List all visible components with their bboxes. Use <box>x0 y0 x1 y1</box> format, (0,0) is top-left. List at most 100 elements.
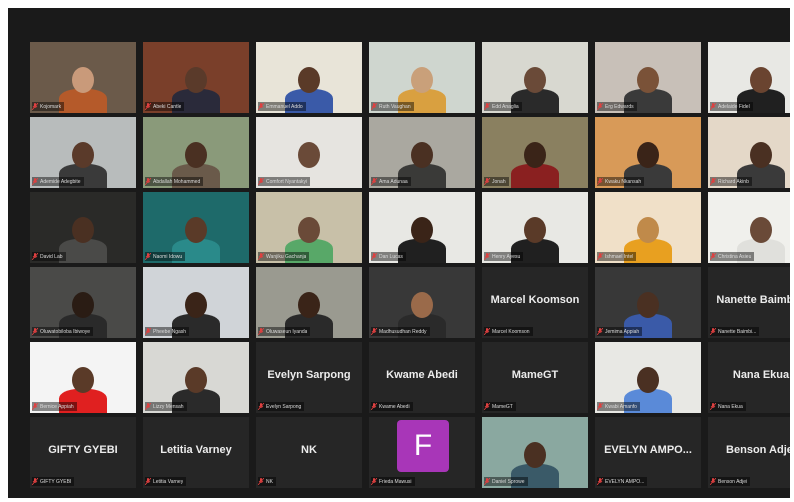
muted-mic-icon <box>32 178 38 185</box>
participant-display-name: Benson Adjei <box>726 444 790 456</box>
participant-nameplate: NK <box>258 477 276 486</box>
participant-nameplate: Letitia Varney <box>145 477 187 486</box>
participant-name-label: David Lab <box>40 253 63 260</box>
participant-nameplate: Henry Ayesu <box>484 252 524 261</box>
participant-tile[interactable]: GIFTY GYEBI GIFTY GYEBI <box>30 417 136 488</box>
participant-nameplate: Oluwatobiloba Ibiwoye <box>32 327 94 336</box>
participant-tile[interactable]: MameGT MameGT <box>482 342 588 413</box>
participant-nameplate: Pheebe Ngash <box>145 327 190 336</box>
participant-tile[interactable]: Ama Adunaa <box>369 117 475 188</box>
participant-nameplate: Ruth Vaughan <box>371 102 414 111</box>
participant-tile[interactable]: Kojomark <box>30 42 136 113</box>
participant-nameplate: Abeki Cantle <box>145 102 185 111</box>
participant-tile[interactable]: Henry Ayesu <box>482 192 588 263</box>
participant-nameplate: Wanjiku Gachanja <box>258 252 310 261</box>
participant-tile[interactable]: Wanjiku Gachanja <box>256 192 362 263</box>
muted-mic-icon <box>710 478 716 485</box>
muted-mic-icon <box>710 103 716 110</box>
muted-mic-icon <box>258 178 264 185</box>
participant-name-label: Jonah <box>492 178 506 185</box>
participant-grid: Kojomark Abeki Cantle Emmanuel Addo Ruth Va… <box>30 42 790 488</box>
participant-name-label: Pheebe Ngash <box>153 328 187 335</box>
muted-mic-icon <box>710 328 716 335</box>
participant-tile[interactable]: Benson Adjei Benson Adjei <box>708 417 790 488</box>
participant-tile[interactable]: Abeki Cantle <box>143 42 249 113</box>
participant-name-label: Dan Lucas <box>379 253 403 260</box>
participant-tile[interactable]: Ruth Vaughan <box>369 42 475 113</box>
participant-tile[interactable]: Marcel Koomson Marcel Koomson <box>482 267 588 338</box>
participant-tile[interactable]: Abdallah Mohammed <box>143 117 249 188</box>
muted-mic-icon <box>371 178 377 185</box>
participant-name-label: Edd Anaglia <box>492 103 519 110</box>
participant-tile[interactable]: Daniel Sprowe <box>482 417 588 488</box>
participant-nameplate: Dan Lucas <box>371 252 406 261</box>
participant-name-label: Abeki Cantle <box>153 103 182 110</box>
participant-tile[interactable]: Madhusudhan Reddy <box>369 267 475 338</box>
participant-tile[interactable]: Lizzy Mensah <box>143 342 249 413</box>
participant-tile[interactable]: F Frieda Mawusi <box>369 417 475 488</box>
participant-name-label: Ruth Vaughan <box>379 103 411 110</box>
participant-tile[interactable]: Oluwatobiloba Ibiwoye <box>30 267 136 338</box>
participant-tile[interactable]: Letitia Varney Letitia Varney <box>143 417 249 488</box>
participant-name-label: Benson Adjei <box>718 478 748 485</box>
muted-mic-icon <box>597 253 603 260</box>
participant-tile[interactable]: Jemima Appiah <box>595 267 701 338</box>
participant-tile[interactable]: Kwaku Nkansah <box>595 117 701 188</box>
participant-display-name: EVELYN AMPO... <box>604 444 692 456</box>
participant-nameplate: Edd Anaglia <box>484 102 522 111</box>
participant-nameplate: Lizzy Mensah <box>145 402 187 411</box>
participant-tile[interactable]: Evelyn Sarpong Evelyn Sarpong <box>256 342 362 413</box>
participant-tile[interactable]: Adelaide Fidel <box>708 42 790 113</box>
participant-name-label: Kojomark <box>40 103 62 110</box>
muted-mic-icon <box>597 103 603 110</box>
participant-tile[interactable]: Oluwaseun Iyanda <box>256 267 362 338</box>
participant-nameplate: Comfort Nyantakyi <box>258 177 311 186</box>
muted-mic-icon <box>32 103 38 110</box>
participant-tile[interactable]: Edd Anaglia <box>482 42 588 113</box>
participant-name-label: Letitia Varney <box>153 478 184 485</box>
participant-tile[interactable]: Naomi Idowu <box>143 192 249 263</box>
participant-name-label: Richard Akinb <box>718 178 749 185</box>
participant-name-label: Naomi Idowu <box>153 253 183 260</box>
muted-mic-icon <box>597 178 603 185</box>
participant-tile[interactable]: Comfort Nyantakyi <box>256 117 362 188</box>
muted-mic-icon <box>597 403 603 410</box>
participant-tile[interactable]: David Lab <box>30 192 136 263</box>
participant-nameplate: Kwame Abedi <box>371 402 413 411</box>
participant-nameplate: Benson Adjei <box>710 477 751 486</box>
muted-mic-icon <box>32 253 38 260</box>
participant-nameplate: Abdallah Mohammed <box>145 177 204 186</box>
participant-name-label: Frieda Mawusi <box>379 478 412 485</box>
participant-nameplate: Frieda Mawusi <box>371 477 415 486</box>
participant-tile[interactable]: Nanette Baimbi... Nanette Baimbi... <box>708 267 790 338</box>
participant-name-label: Marcel Koomson <box>492 328 530 335</box>
participant-name-label: Ama Adunaa <box>379 178 408 185</box>
participant-tile[interactable]: Jonah <box>482 117 588 188</box>
participant-tile[interactable]: Kwame Abedi Kwame Abedi <box>369 342 475 413</box>
participant-name-label: Comfort Nyantakyi <box>266 178 308 185</box>
participant-tile[interactable]: EVELYN AMPO... EVELYN AMPO... <box>595 417 701 488</box>
participant-tile[interactable]: Bernice Appiah <box>30 342 136 413</box>
participant-name-label: Adelaide Fidel <box>718 103 750 110</box>
participant-tile[interactable]: Emmanuel Addo <box>256 42 362 113</box>
muted-mic-icon <box>145 253 151 260</box>
participant-tile[interactable]: Ishmael Intel <box>595 192 701 263</box>
muted-mic-icon <box>258 403 264 410</box>
participant-name-label: Lizzy Mensah <box>153 403 184 410</box>
participant-name-label: Kwaku Nkansah <box>605 178 642 185</box>
participant-tile[interactable]: Pheebe Ngash <box>143 267 249 338</box>
participant-tile[interactable]: Dan Lucas <box>369 192 475 263</box>
participant-tile[interactable]: Ademide Adegbite <box>30 117 136 188</box>
muted-mic-icon <box>371 103 377 110</box>
participant-display-name: Kwame Abedi <box>386 369 458 381</box>
participant-tile[interactable]: NK NK <box>256 417 362 488</box>
participant-name-label: Nana Ekua <box>718 403 743 410</box>
participant-tile[interactable]: Christina Asieu <box>708 192 790 263</box>
participant-tile[interactable]: Richard Akinb <box>708 117 790 188</box>
participant-tile[interactable]: Nana Ekua Nana Ekua <box>708 342 790 413</box>
participant-name-label: Ademide Adegbite <box>40 178 81 185</box>
muted-mic-icon <box>371 403 377 410</box>
participant-tile[interactable]: Kwabi Amanfo <box>595 342 701 413</box>
participant-tile[interactable]: Erg Edwards <box>595 42 701 113</box>
participant-nameplate: Richard Akinb <box>710 177 752 186</box>
